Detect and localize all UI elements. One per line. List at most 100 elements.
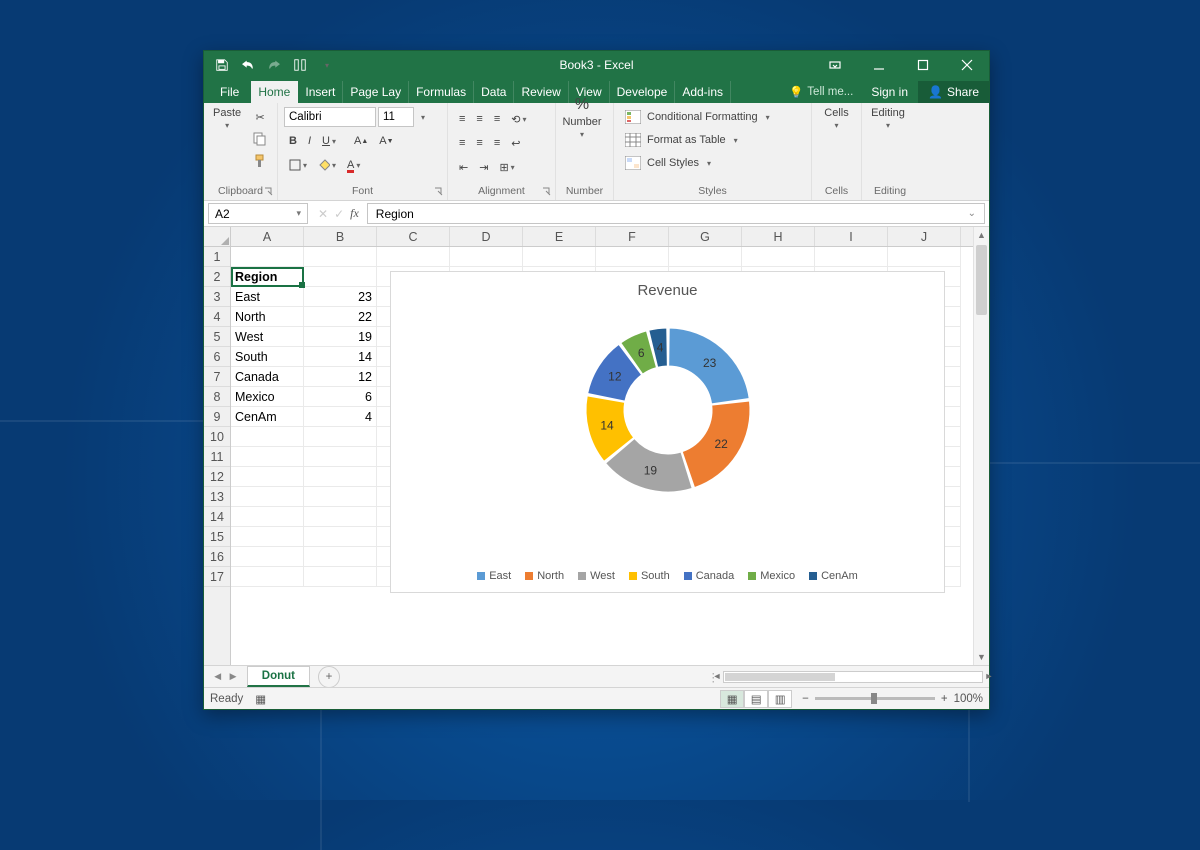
- font-size-dropdown[interactable]: [416, 107, 428, 127]
- number-format-button[interactable]: % Number▾: [562, 107, 602, 127]
- row-header-12[interactable]: 12: [204, 467, 230, 487]
- col-header-A[interactable]: A: [231, 227, 304, 246]
- cell[interactable]: Mexico: [231, 387, 304, 407]
- font-dialog-launcher[interactable]: [434, 187, 444, 197]
- format-as-table-button[interactable]: Format as Table: [620, 130, 810, 150]
- chart-object[interactable]: Revenue 232219141264 EastNorthWestSouthC…: [390, 271, 945, 593]
- row-header-9[interactable]: 9: [204, 407, 230, 427]
- cell[interactable]: Canada: [231, 367, 304, 387]
- alignment-dialog-launcher[interactable]: [542, 187, 552, 197]
- row-header-8[interactable]: 8: [204, 387, 230, 407]
- cell[interactable]: [377, 247, 450, 267]
- cell[interactable]: [742, 247, 815, 267]
- cell[interactable]: [304, 447, 377, 467]
- zoom-level[interactable]: 100%: [954, 693, 983, 705]
- row-header-2[interactable]: 2: [204, 267, 230, 287]
- cell[interactable]: [304, 267, 377, 287]
- cell[interactable]: [231, 567, 304, 587]
- font-size-input[interactable]: [378, 107, 414, 127]
- donut-chart[interactable]: 232219141264: [563, 305, 773, 515]
- share-button[interactable]: 👤Share: [918, 81, 989, 103]
- legend-item-canada[interactable]: Canada: [684, 570, 735, 582]
- increase-indent-button[interactable]: ⇥: [474, 157, 493, 177]
- underline-button[interactable]: U: [317, 131, 341, 151]
- cell[interactable]: [596, 247, 669, 267]
- decrease-indent-button[interactable]: ⇤: [454, 157, 473, 177]
- cell[interactable]: [523, 247, 596, 267]
- cell[interactable]: [304, 487, 377, 507]
- sign-in-link[interactable]: Sign in: [861, 81, 918, 103]
- row-headers[interactable]: 1234567891011121314151617: [204, 247, 231, 665]
- new-sheet-button[interactable]: +: [318, 666, 340, 688]
- view-page-layout-button[interactable]: ▤: [744, 690, 768, 708]
- scroll-up-button[interactable]: ▲: [974, 227, 989, 243]
- enter-formula-button[interactable]: ✓: [334, 207, 344, 221]
- cell[interactable]: [231, 427, 304, 447]
- cell[interactable]: [231, 467, 304, 487]
- scroll-left-button[interactable]: ◄: [710, 671, 724, 681]
- cell[interactable]: [669, 247, 742, 267]
- minimize-button[interactable]: [857, 51, 901, 79]
- formula-input[interactable]: Region: [367, 203, 985, 224]
- format-painter-button[interactable]: [248, 151, 272, 171]
- legend-item-west[interactable]: West: [578, 570, 615, 582]
- row-header-11[interactable]: 11: [204, 447, 230, 467]
- tell-me-search[interactable]: 💡Tell me...: [781, 81, 861, 103]
- cell[interactable]: [304, 467, 377, 487]
- row-header-17[interactable]: 17: [204, 567, 230, 587]
- cell[interactable]: South: [231, 347, 304, 367]
- tab-develope[interactable]: Develope: [610, 81, 676, 103]
- cell[interactable]: CenAm: [231, 407, 304, 427]
- undo-button[interactable]: [236, 54, 260, 76]
- legend-item-mexico[interactable]: Mexico: [748, 570, 795, 582]
- worksheet-grid[interactable]: ABCDEFGHIJ 1234567891011121314151617 Reg…: [204, 227, 989, 665]
- align-middle-button[interactable]: ≡: [471, 109, 487, 129]
- border-button[interactable]: [284, 155, 312, 175]
- col-header-H[interactable]: H: [742, 227, 815, 246]
- name-box[interactable]: A2: [208, 203, 308, 224]
- cell[interactable]: [304, 527, 377, 547]
- col-header-J[interactable]: J: [888, 227, 961, 246]
- cell[interactable]: [231, 527, 304, 547]
- align-top-button[interactable]: ≡: [454, 109, 470, 129]
- row-header-5[interactable]: 5: [204, 327, 230, 347]
- clipboard-dialog-launcher[interactable]: [264, 187, 274, 197]
- cell[interactable]: [815, 247, 888, 267]
- close-button[interactable]: [945, 51, 989, 79]
- tab-add-ins[interactable]: Add-ins: [675, 81, 731, 103]
- align-center-button[interactable]: ≡: [471, 133, 487, 153]
- qat-customize-button[interactable]: [314, 54, 338, 76]
- touch-mode-button[interactable]: [288, 54, 312, 76]
- cell[interactable]: [450, 247, 523, 267]
- ribbon-display-button[interactable]: [813, 51, 857, 79]
- row-header-6[interactable]: 6: [204, 347, 230, 367]
- row-header-1[interactable]: 1: [204, 247, 230, 267]
- paste-button[interactable]: Paste▾: [210, 107, 244, 127]
- cell[interactable]: North: [231, 307, 304, 327]
- cell[interactable]: [231, 487, 304, 507]
- bold-button[interactable]: B: [284, 131, 302, 151]
- cell[interactable]: 19: [304, 327, 377, 347]
- cell[interactable]: [304, 547, 377, 567]
- col-header-C[interactable]: C: [377, 227, 450, 246]
- chart-legend[interactable]: EastNorthWestSouthCanadaMexicoCenAm: [391, 558, 944, 592]
- cell[interactable]: 6: [304, 387, 377, 407]
- cell-styles-button[interactable]: Cell Styles: [620, 153, 810, 173]
- cell[interactable]: [231, 447, 304, 467]
- legend-item-east[interactable]: East: [477, 570, 511, 582]
- col-header-G[interactable]: G: [669, 227, 742, 246]
- insert-function-button[interactable]: fx: [350, 206, 359, 221]
- cell[interactable]: [231, 507, 304, 527]
- sheet-nav-prev[interactable]: ◄: [212, 671, 223, 683]
- cut-button[interactable]: ✂: [248, 107, 272, 127]
- cell[interactable]: 22: [304, 307, 377, 327]
- horizontal-scrollbar[interactable]: ◄ ►: [723, 671, 983, 683]
- wrap-text-button[interactable]: ↩: [506, 133, 525, 153]
- macro-record-icon[interactable]: ▦: [255, 692, 266, 706]
- row-header-10[interactable]: 10: [204, 427, 230, 447]
- select-all-button[interactable]: [204, 227, 231, 247]
- hscroll-thumb[interactable]: [725, 673, 835, 681]
- cell[interactable]: [304, 427, 377, 447]
- font-color-button[interactable]: A: [342, 155, 365, 175]
- row-header-4[interactable]: 4: [204, 307, 230, 327]
